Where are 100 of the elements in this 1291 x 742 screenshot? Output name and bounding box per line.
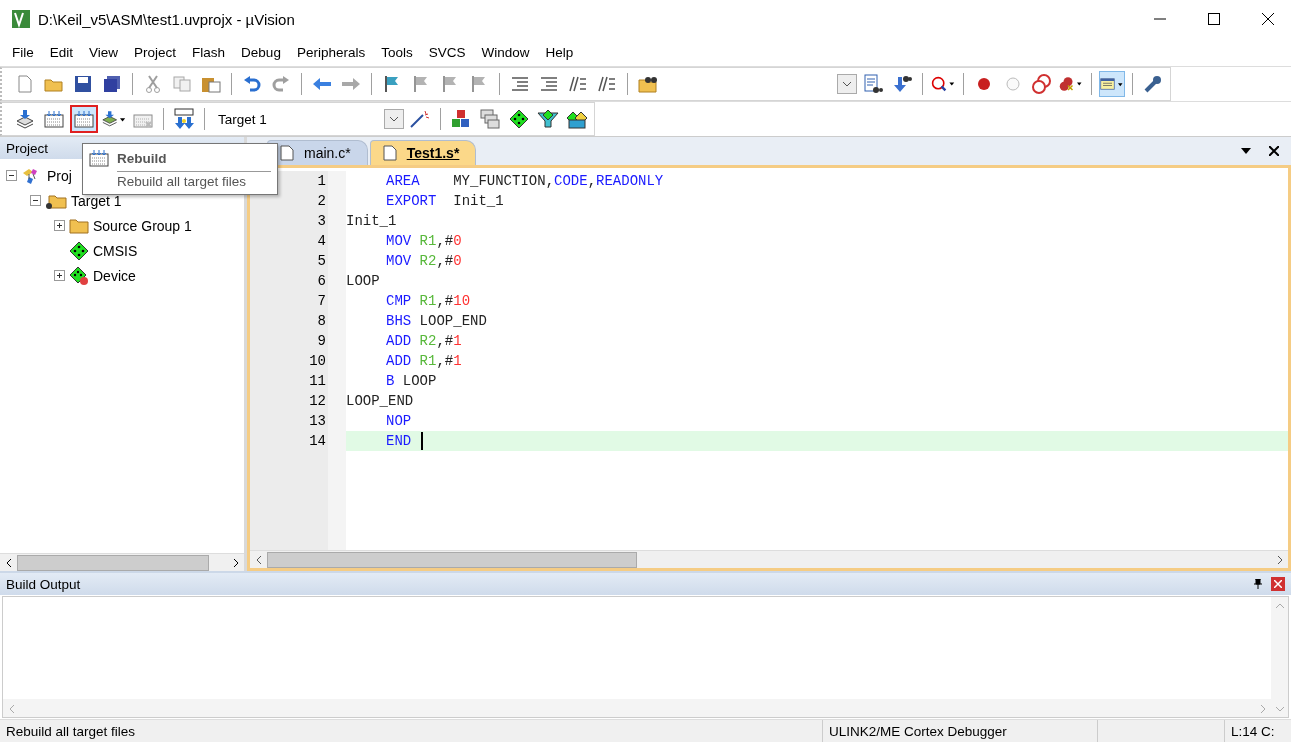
line-number: 5 — [317, 252, 326, 271]
maximize-icon — [1208, 13, 1220, 25]
comment-lines-icon — [598, 76, 616, 92]
menu-item[interactable]: Peripherals — [288, 44, 374, 60]
funnel-diamond-icon — [537, 109, 559, 129]
comment-lines-icon — [569, 76, 587, 92]
menu-item[interactable]: File — [4, 44, 42, 60]
close-icon — [1274, 580, 1282, 588]
grid-arrows-icon — [44, 110, 64, 128]
wrench-icon — [1143, 74, 1163, 94]
pin-button[interactable] — [1251, 577, 1265, 591]
file-icon — [280, 145, 294, 161]
line-number: 14 — [309, 432, 326, 451]
arrow-left-icon — [7, 703, 16, 714]
tree-item[interactable]: Proj — [47, 167, 72, 184]
diamond-badge-icon — [69, 265, 89, 286]
minimize-icon — [1154, 18, 1166, 20]
folder-icon — [69, 217, 89, 234]
horizontal-scrollbar[interactable] — [3, 699, 1271, 717]
line-number: 4 — [317, 232, 326, 251]
expand-toggle[interactable] — [54, 220, 65, 231]
minus-icon — [8, 172, 15, 179]
window-caret-icon — [1100, 75, 1124, 93]
floppy-disks-icon — [103, 75, 121, 93]
menu-item[interactable]: Tools — [373, 44, 421, 60]
arrow-left-icon — [4, 557, 13, 568]
document-binoculars-icon — [863, 74, 883, 94]
flag-icon — [412, 75, 430, 93]
line-number: 7 — [317, 292, 326, 311]
collapse-toggle[interactable] — [30, 195, 41, 206]
target-dropdown[interactable]: Target 1 — [212, 108, 404, 130]
line-number: 3 — [317, 212, 326, 231]
circle-icon — [1005, 76, 1021, 92]
grid-arrows-icon — [74, 110, 94, 128]
code-line: BHS LOOP_END — [385, 312, 487, 331]
code-line: NOP — [385, 412, 412, 431]
arrow-left-icon — [254, 554, 263, 565]
tooltip-title: Rebuild — [117, 150, 167, 166]
collapse-toggle[interactable] — [6, 170, 17, 181]
file-icon — [382, 145, 397, 161]
file-tab[interactable]: Test1.s* — [369, 140, 477, 165]
line-number: 8 — [317, 312, 326, 331]
caret-icon — [389, 116, 399, 122]
menu-item[interactable]: Help — [537, 44, 582, 60]
menu-item[interactable]: Edit — [41, 44, 82, 60]
vertical-scrollbar[interactable] — [1271, 597, 1288, 717]
stacked-windows-icon — [480, 109, 500, 129]
horizontal-scrollbar[interactable] — [250, 550, 1288, 568]
pin-icon — [1254, 579, 1262, 589]
horizontal-scrollbar[interactable] — [0, 553, 244, 571]
undo-icon — [243, 76, 261, 92]
debugger-status: ULINK2/ME Cortex Debugger — [822, 720, 1097, 742]
arrow-up-icon — [1274, 601, 1285, 610]
folder-binoculars-icon — [638, 75, 658, 93]
code-line: Init_1 — [346, 212, 397, 231]
tree-item[interactable]: Source Group 1 — [93, 217, 192, 234]
line-number: 9 — [317, 332, 326, 351]
line-number: 2 — [317, 192, 326, 211]
tree-item[interactable]: Target 1 — [71, 192, 122, 209]
line-number: 10 — [309, 352, 326, 371]
menu-item[interactable]: View — [81, 44, 127, 60]
tree-item[interactable]: Device — [93, 267, 136, 284]
dropdown-toggle[interactable] — [837, 74, 857, 94]
scissors-icon — [145, 75, 161, 93]
code-line: B LOOP — [385, 372, 437, 391]
menu-item[interactable]: Debug — [233, 44, 289, 60]
code-line: MOV R2,#0 — [385, 252, 462, 271]
layers-arrow-icon — [15, 109, 35, 129]
cursor-position: L:14 C: — [1224, 720, 1291, 742]
menu-item[interactable]: Flash — [184, 44, 234, 60]
status-message: Rebuild all target files — [5, 723, 137, 739]
new-file-icon — [17, 75, 33, 93]
line-number: 12 — [309, 392, 326, 411]
panel-title: Project — [6, 140, 49, 156]
code-line: EXPORT Init_1 — [385, 192, 504, 211]
menu-item[interactable]: SVCS — [420, 44, 474, 60]
panel-title: Build Output — [6, 576, 81, 592]
arrow-binoculars-icon — [892, 74, 912, 94]
menu-item[interactable]: Project — [126, 44, 185, 60]
line-number: 1 — [317, 172, 326, 191]
diamond-icon — [509, 109, 529, 129]
magnifier-caret-icon — [931, 74, 955, 94]
app-logo-icon — [12, 10, 30, 28]
file-tab[interactable]: main.c* — [267, 140, 368, 165]
code-line: CMP R1,#10 — [385, 292, 471, 311]
plus-icon — [56, 222, 63, 229]
close-button[interactable] — [1267, 144, 1281, 158]
left-arrow-icon — [312, 77, 332, 91]
line-number: 11 — [309, 372, 326, 391]
menu-item[interactable]: Window — [473, 44, 538, 60]
grid-arrows-icon — [89, 149, 109, 167]
code-line: LOOP_END — [346, 392, 414, 411]
right-arrow-icon — [341, 77, 361, 91]
caret-icon — [1241, 148, 1251, 154]
arrow-down-icon — [1274, 704, 1285, 713]
window-title: D:\Keil_v5\ASM\test1.uvprojx - µVision — [38, 10, 296, 28]
code-line: LOOP — [346, 272, 380, 291]
expand-toggle[interactable] — [54, 270, 65, 281]
tree-item[interactable]: CMSIS — [93, 242, 138, 259]
arrow-right-icon — [1275, 554, 1284, 565]
